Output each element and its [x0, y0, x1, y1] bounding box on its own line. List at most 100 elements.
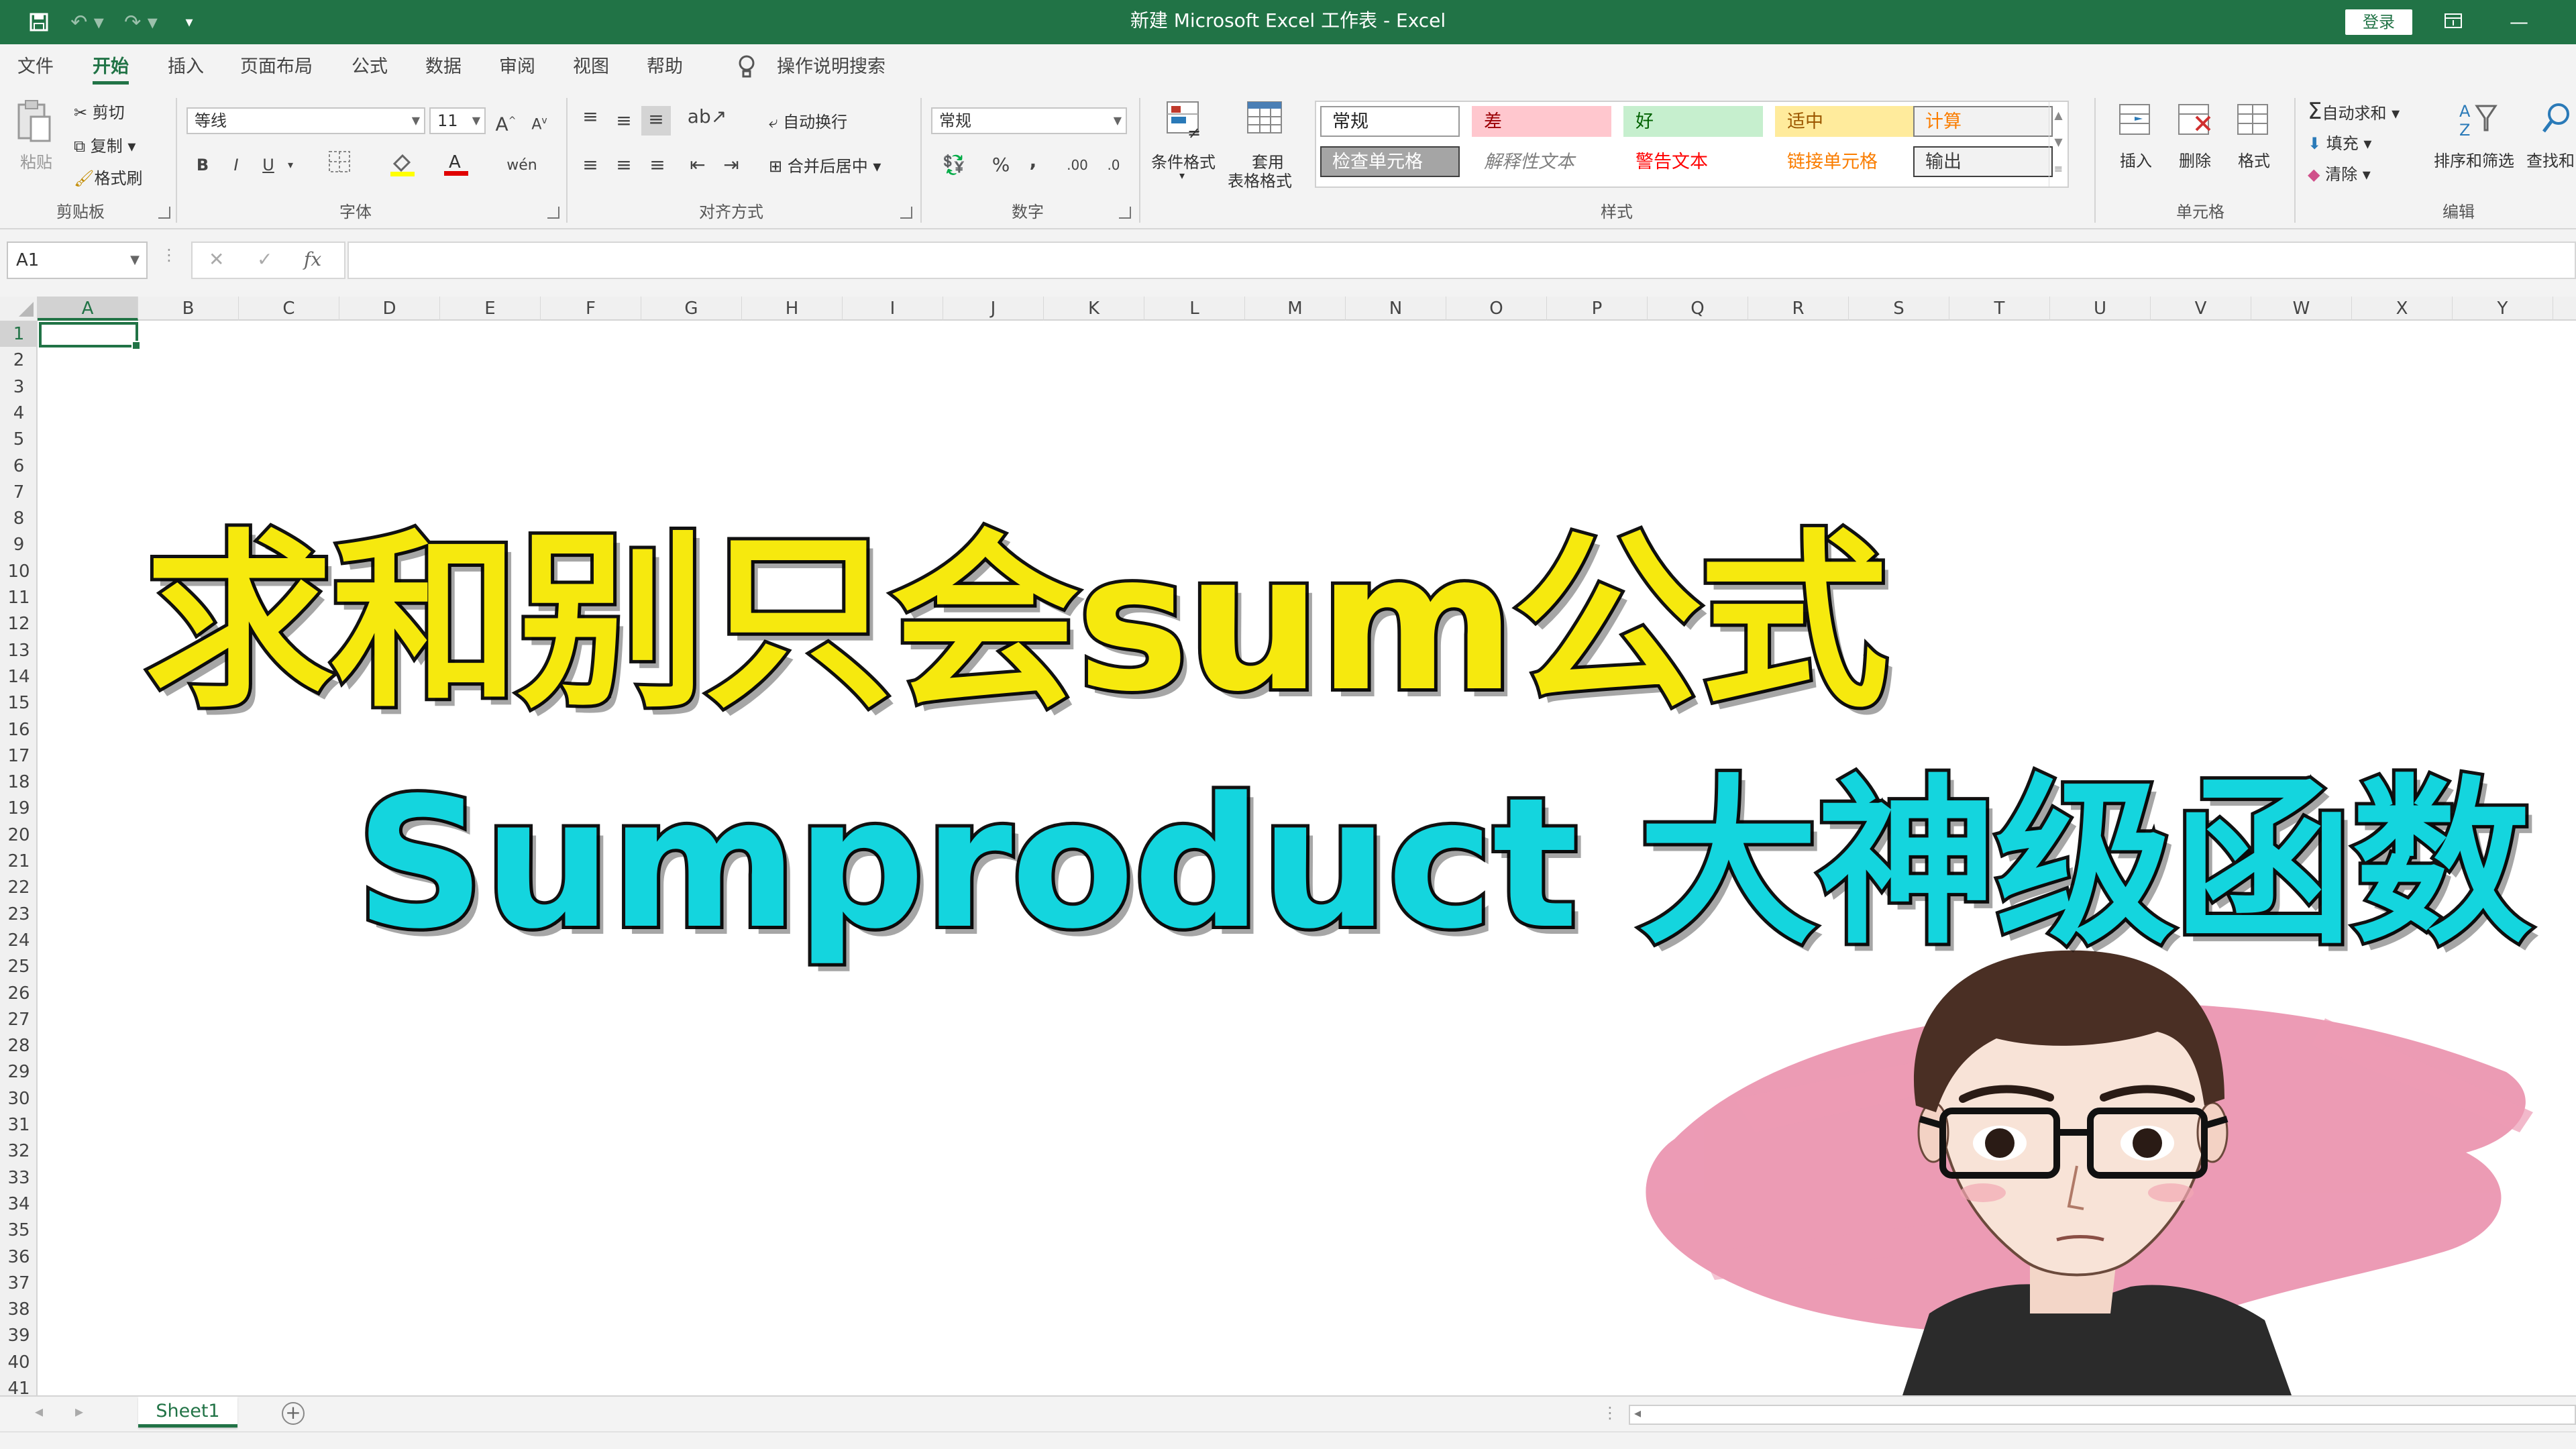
row-header-15[interactable]: 15: [0, 690, 36, 716]
row-header-33[interactable]: 33: [0, 1165, 36, 1191]
copy-button[interactable]: ⧉ 复制 ▾: [74, 133, 136, 156]
tell-me-search[interactable]: 操作说明搜索: [777, 44, 885, 91]
column-header-m[interactable]: M: [1245, 297, 1346, 321]
format-as-table-button[interactable]: 套用 表格格式: [1225, 97, 1303, 197]
bold-button[interactable]: B: [191, 152, 215, 181]
row-header-39[interactable]: 39: [0, 1322, 36, 1348]
prev-sheet-icon[interactable]: ◂: [35, 1402, 43, 1421]
formula-bar-grip-icon[interactable]: ⋮: [161, 246, 177, 264]
style-bad[interactable]: 差: [1472, 106, 1611, 137]
style-neutral[interactable]: 适中: [1775, 106, 1915, 137]
row-header-24[interactable]: 24: [0, 927, 36, 953]
row-header-9[interactable]: 9: [0, 531, 36, 557]
tab-insert[interactable]: 插入: [168, 44, 204, 91]
column-header-w[interactable]: W: [2251, 297, 2352, 321]
ribbon-display-icon[interactable]: [2430, 5, 2477, 39]
row-header-35[interactable]: 35: [0, 1217, 36, 1243]
row-header-26[interactable]: 26: [0, 980, 36, 1006]
formula-input[interactable]: [347, 241, 2576, 279]
tab-review[interactable]: 审阅: [499, 44, 535, 91]
column-header-i[interactable]: I: [843, 297, 943, 321]
align-right-icon[interactable]: ≡: [645, 152, 669, 181]
column-header-x[interactable]: X: [2352, 297, 2453, 321]
format-cells-button[interactable]: 格式: [2231, 97, 2278, 197]
row-header-2[interactable]: 2: [0, 347, 36, 373]
row-header-19[interactable]: 19: [0, 795, 36, 821]
font-size-select[interactable]: 11 ▼: [429, 107, 486, 134]
find-select-button[interactable]: 查找和: [2526, 97, 2576, 197]
fill-color-button[interactable]: [382, 150, 423, 180]
tab-home[interactable]: 开始: [93, 44, 129, 91]
row-header-5[interactable]: 5: [0, 426, 36, 452]
fill-button[interactable]: ⬇ 填充 ▾: [2308, 130, 2371, 154]
column-header-r[interactable]: R: [1748, 297, 1849, 321]
align-top-icon[interactable]: ≡: [578, 103, 602, 133]
tab-help[interactable]: 帮助: [647, 44, 683, 91]
scroll-left-icon[interactable]: ◂: [1634, 1405, 1641, 1421]
cut-button[interactable]: ✂ 剪切: [74, 99, 125, 123]
number-format-select[interactable]: 常规 ▼: [931, 107, 1127, 134]
horizontal-scrollbar[interactable]: ◂: [1629, 1405, 2576, 1425]
style-output[interactable]: 输出: [1913, 146, 2053, 177]
currency-format-icon[interactable]: 💱: [934, 152, 974, 181]
column-header-y[interactable]: Y: [2453, 297, 2553, 321]
column-header-s[interactable]: S: [1849, 297, 1949, 321]
align-left-icon[interactable]: ≡: [578, 152, 602, 181]
tab-split-grip-icon[interactable]: ⋮: [1602, 1403, 1618, 1422]
style-explanatory[interactable]: 解释性文本: [1472, 146, 1611, 177]
font-launcher-icon[interactable]: [547, 207, 559, 219]
orientation-icon[interactable]: ab↗: [687, 103, 727, 133]
select-all-corner[interactable]: [0, 297, 38, 321]
row-header-1[interactable]: 1: [0, 321, 36, 347]
row-header-17[interactable]: 17: [0, 743, 36, 769]
align-center-icon[interactable]: ≡: [612, 152, 636, 181]
decrease-indent-icon[interactable]: ⇤: [684, 152, 711, 181]
column-header-u[interactable]: U: [2050, 297, 2151, 321]
column-header-v[interactable]: V: [2151, 297, 2251, 321]
row-header-31[interactable]: 31: [0, 1112, 36, 1138]
column-header-g[interactable]: G: [641, 297, 742, 321]
column-header-o[interactable]: O: [1446, 297, 1547, 321]
decrease-decimal-icon[interactable]: .0: [1097, 152, 1130, 181]
column-header-l[interactable]: L: [1144, 297, 1245, 321]
row-header-36[interactable]: 36: [0, 1244, 36, 1270]
row-header-8[interactable]: 8: [0, 505, 36, 531]
column-header-f[interactable]: F: [541, 297, 641, 321]
row-header-25[interactable]: 25: [0, 953, 36, 979]
increase-decimal-icon[interactable]: .00: [1061, 152, 1093, 181]
increase-indent-icon[interactable]: ⇥: [718, 152, 745, 181]
row-header-18[interactable]: 18: [0, 769, 36, 795]
row-header-41[interactable]: 41: [0, 1375, 36, 1395]
row-header-28[interactable]: 28: [0, 1032, 36, 1059]
border-button[interactable]: [319, 150, 360, 180]
number-launcher-icon[interactable]: [1119, 207, 1131, 219]
style-normal[interactable]: 常规: [1320, 106, 1460, 137]
column-header-j[interactable]: J: [943, 297, 1044, 321]
sort-filter-button[interactable]: AZ 排序和筛选: [2434, 97, 2524, 197]
conditional-format-button[interactable]: ≠ 条件格式 ▾: [1148, 97, 1222, 197]
clipboard-launcher-icon[interactable]: [158, 207, 170, 219]
chevron-down-icon[interactable]: ▾: [282, 152, 299, 181]
alignment-launcher-icon[interactable]: [900, 207, 912, 219]
format-painter-button[interactable]: 🖌格式刷: [74, 165, 142, 189]
paste-button[interactable]: 粘贴: [15, 98, 56, 192]
clear-button[interactable]: ◆ 清除 ▾: [2308, 161, 2371, 184]
row-header-6[interactable]: 6: [0, 453, 36, 479]
wrap-text-button[interactable]: ⤶ 自动换行: [769, 109, 847, 132]
style-warning[interactable]: 警告文本: [1623, 146, 1763, 177]
autosum-button[interactable]: Σ自动求和 ▾: [2308, 98, 2400, 125]
tab-data[interactable]: 数据: [425, 44, 462, 91]
column-header-b[interactable]: B: [138, 297, 239, 321]
row-header-38[interactable]: 38: [0, 1296, 36, 1322]
row-header-23[interactable]: 23: [0, 901, 36, 927]
style-check-cell[interactable]: 检查单元格: [1320, 146, 1460, 177]
column-header-c[interactable]: C: [239, 297, 339, 321]
comma-button[interactable]: ,: [1021, 148, 1045, 177]
tab-view[interactable]: 视图: [573, 44, 609, 91]
row-header-14[interactable]: 14: [0, 663, 36, 690]
tab-formulas[interactable]: 公式: [352, 44, 388, 91]
row-header-37[interactable]: 37: [0, 1270, 36, 1296]
confirm-icon[interactable]: ✓: [257, 248, 272, 270]
insert-function-icon[interactable]: fx: [304, 248, 321, 270]
column-header-n[interactable]: N: [1346, 297, 1446, 321]
